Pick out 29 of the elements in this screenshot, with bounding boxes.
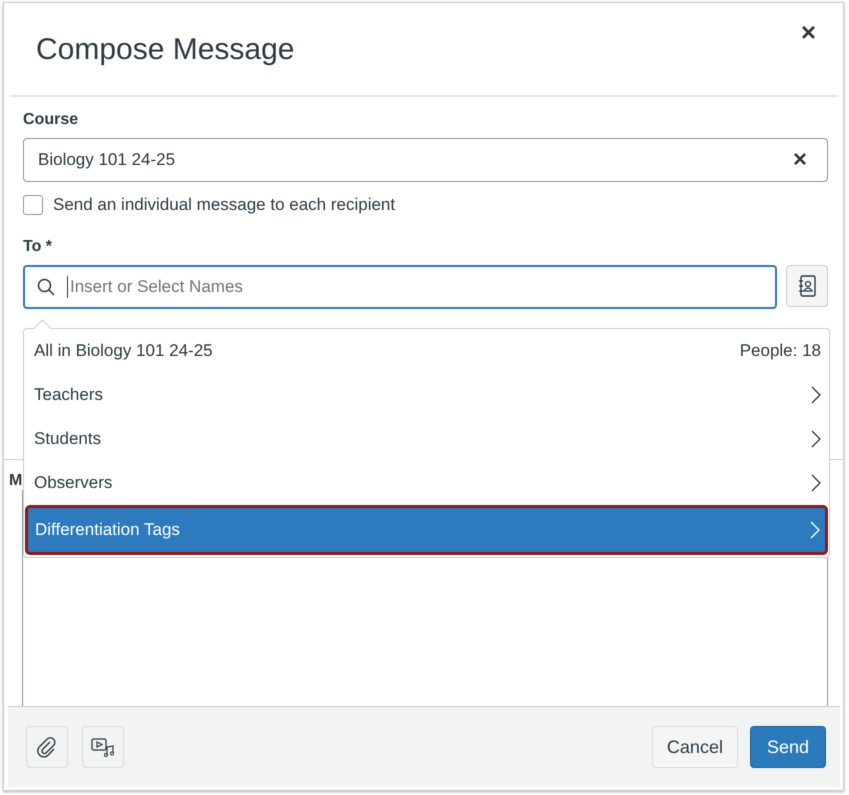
- menu-item[interactable]: Teachers: [24, 373, 829, 417]
- chevron-right-icon: [811, 474, 821, 492]
- dialog-title: Compose Message: [36, 33, 294, 67]
- attach-button[interactable]: [26, 726, 68, 768]
- chevron-right-icon: [811, 386, 821, 404]
- close-button[interactable]: ×: [796, 17, 820, 48]
- menu-item[interactable]: All in Biology 101 24-25 People: 18: [24, 329, 829, 373]
- clear-button[interactable]: ×: [786, 145, 813, 175]
- menu-item[interactable]: Observers: [24, 461, 829, 505]
- media-icon: [91, 736, 115, 758]
- field-label: Course: [23, 111, 80, 129]
- menu-item[interactable]: Differentiation Tags: [25, 505, 828, 555]
- checkbox[interactable]: [23, 195, 43, 215]
- field-label: To *: [23, 238, 54, 256]
- chevron-right-icon: [811, 430, 821, 448]
- menu-item[interactable]: Students: [24, 417, 829, 461]
- course-field[interactable]: Biology 101 24-25 ×: [23, 138, 828, 182]
- field-label: M: [9, 472, 23, 490]
- search-icon: [37, 278, 55, 296]
- send-button[interactable]: Send: [750, 726, 826, 768]
- course-value: Biology 101 24-25: [38, 150, 176, 170]
- recipient-search-field[interactable]: Insert or Select Names: [23, 265, 777, 309]
- cancel-button[interactable]: Cancel: [652, 726, 738, 768]
- checkbox-label: Send an individual message to each recipient: [53, 195, 396, 215]
- paperclip-icon: [36, 736, 58, 758]
- address-book-icon: [798, 275, 816, 297]
- chevron-right-icon: [810, 521, 820, 539]
- media-button[interactable]: [82, 726, 124, 768]
- address-book-button[interactable]: [786, 265, 828, 307]
